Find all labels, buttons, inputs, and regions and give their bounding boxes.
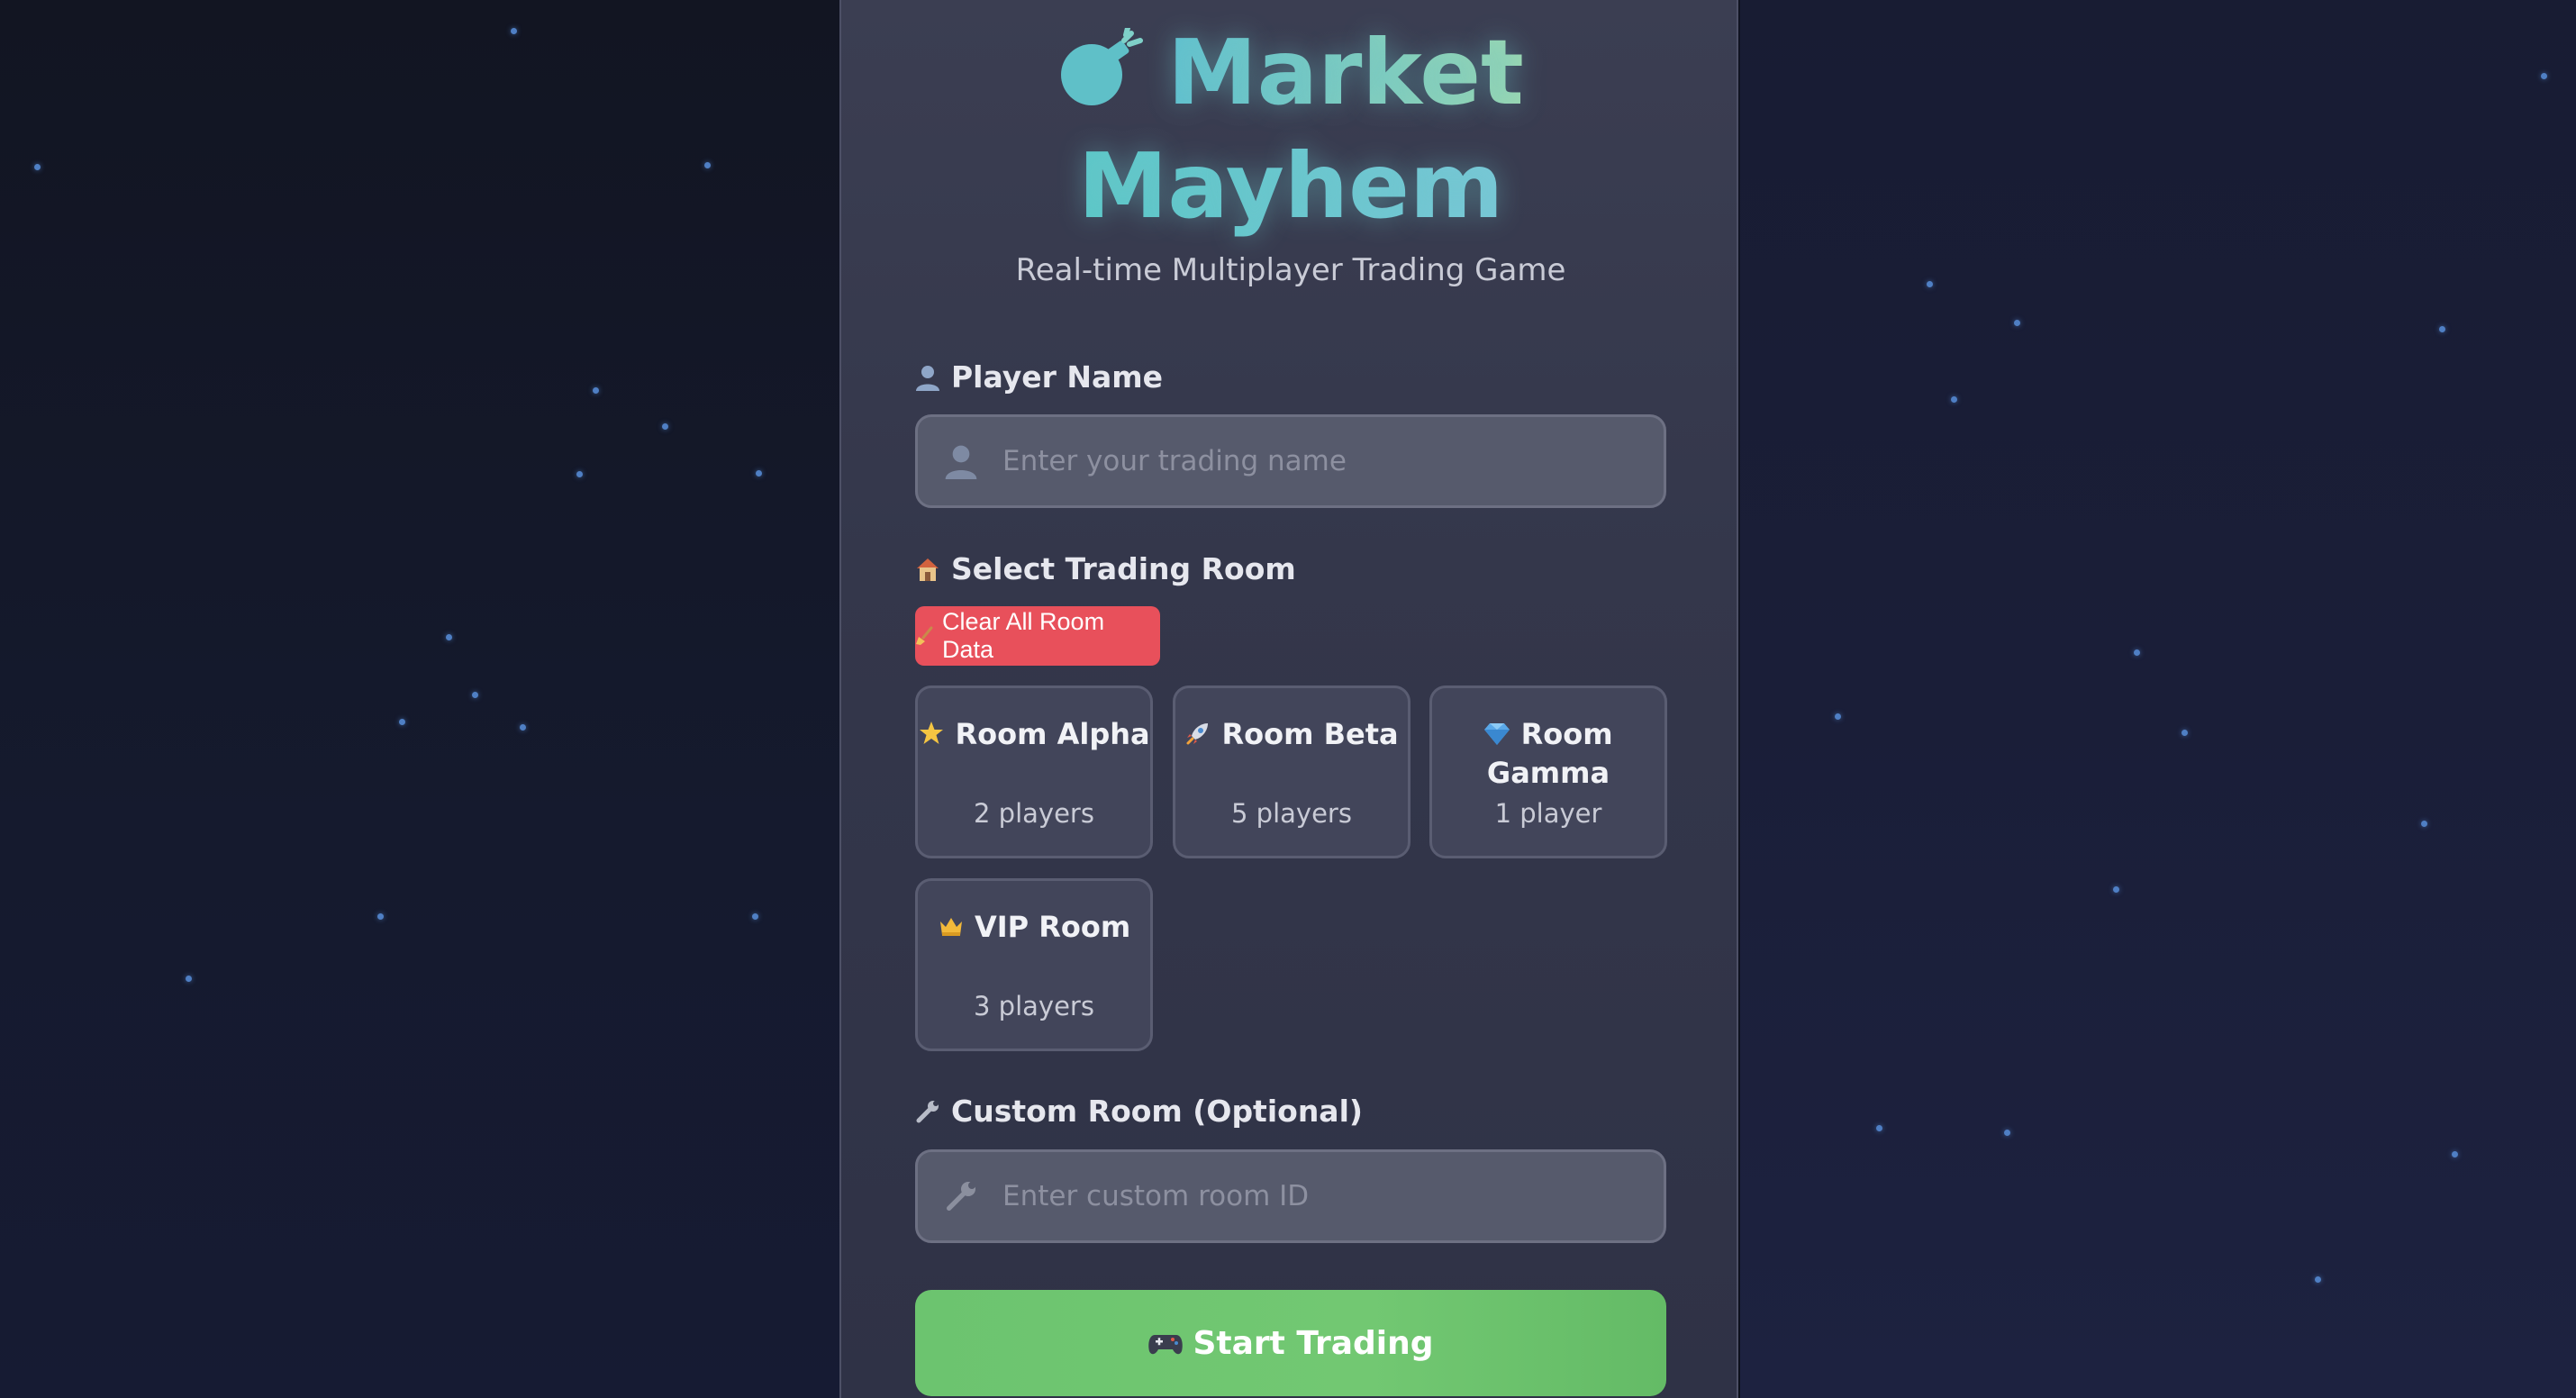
custom-room-label: Custom Room (Optional): [913, 1094, 1363, 1129]
room-card-alpha[interactable]: Room Alpha 2 players: [915, 685, 1153, 858]
star: [472, 692, 478, 698]
player-name-label-text: Player Name: [951, 359, 1164, 395]
room-player-count: 2 players: [974, 798, 1094, 829]
star: [2439, 326, 2445, 332]
room-player-count: 1 player: [1494, 798, 1602, 829]
user-icon: [913, 363, 942, 392]
bomb-icon: [1057, 22, 1147, 105]
star: [2113, 886, 2119, 893]
star: [186, 976, 192, 982]
room-card-beta[interactable]: Room Beta 5 players: [1173, 685, 1410, 858]
app-title-line2-wrap: Mayhem: [841, 130, 1740, 243]
clear-room-data-button[interactable]: Clear All Room Data: [915, 606, 1160, 666]
room-name: Room Beta: [1175, 715, 1408, 754]
star: [399, 719, 405, 725]
room-card-vip[interactable]: VIP Room 3 players: [915, 878, 1153, 1051]
star: [752, 913, 758, 920]
star: [446, 634, 452, 640]
login-panel: Market Mayhem Real-time Multiplayer Trad…: [839, 0, 1738, 1398]
star: [511, 28, 517, 34]
room-player-count: 5 players: [1231, 798, 1352, 829]
star: [1835, 713, 1841, 720]
star: [756, 470, 762, 477]
clear-room-data-label: Clear All Room Data: [942, 608, 1105, 663]
custom-room-label-text: Custom Room (Optional): [951, 1094, 1363, 1129]
star: [2134, 649, 2140, 656]
player-name-field[interactable]: [915, 414, 1666, 508]
star: [2315, 1276, 2321, 1283]
gem-icon: [1483, 717, 1520, 751]
star: [704, 162, 711, 168]
wrench-icon: [941, 1176, 981, 1216]
wrench-icon: [913, 1097, 942, 1126]
star: [1951, 396, 1957, 403]
gamepad-icon: [1147, 1330, 1184, 1357]
star: [2014, 320, 2020, 326]
broom-icon: [915, 626, 935, 646]
room-card-gamma[interactable]: Room Gamma 1 player: [1429, 685, 1667, 858]
select-room-label-text: Select Trading Room: [951, 551, 1296, 586]
star: [520, 724, 526, 731]
star: [2452, 1151, 2458, 1157]
start-trading-label: Start Trading: [1193, 1324, 1434, 1362]
app-subtitle: Real-time Multiplayer Trading Game: [1015, 252, 1566, 288]
crown-icon: [938, 910, 975, 944]
star: [2004, 1130, 2010, 1136]
rocket-icon: [1184, 717, 1221, 751]
star: [1927, 281, 1933, 287]
select-room-label: Select Trading Room: [913, 551, 1296, 586]
custom-room-field[interactable]: [915, 1149, 1666, 1243]
app-title: Market: [841, 16, 1740, 130]
room-name: Room Gamma: [1432, 715, 1664, 793]
star: [2181, 730, 2188, 736]
start-trading-button[interactable]: Start Trading: [915, 1290, 1666, 1396]
star-icon: [918, 717, 955, 751]
background-right: [1740, 0, 2576, 1398]
house-icon: [913, 555, 942, 584]
room-player-count: 3 players: [974, 991, 1094, 1021]
custom-room-input[interactable]: [1001, 1179, 1635, 1213]
room-name: VIP Room: [918, 908, 1150, 947]
app-title-line1: Market: [1167, 20, 1524, 125]
star: [377, 913, 384, 920]
player-name-input[interactable]: [1001, 444, 1635, 478]
background-left: [0, 0, 839, 1398]
star: [2421, 821, 2427, 827]
player-name-label: Player Name: [913, 359, 1163, 395]
star: [2541, 73, 2547, 79]
user-icon: [941, 441, 981, 481]
room-name: Room Alpha: [918, 715, 1150, 754]
star: [576, 471, 583, 477]
star: [593, 387, 599, 394]
app-title-line2: Mayhem: [1077, 133, 1504, 239]
star: [1876, 1125, 1882, 1131]
star: [662, 423, 668, 430]
star: [34, 164, 41, 170]
